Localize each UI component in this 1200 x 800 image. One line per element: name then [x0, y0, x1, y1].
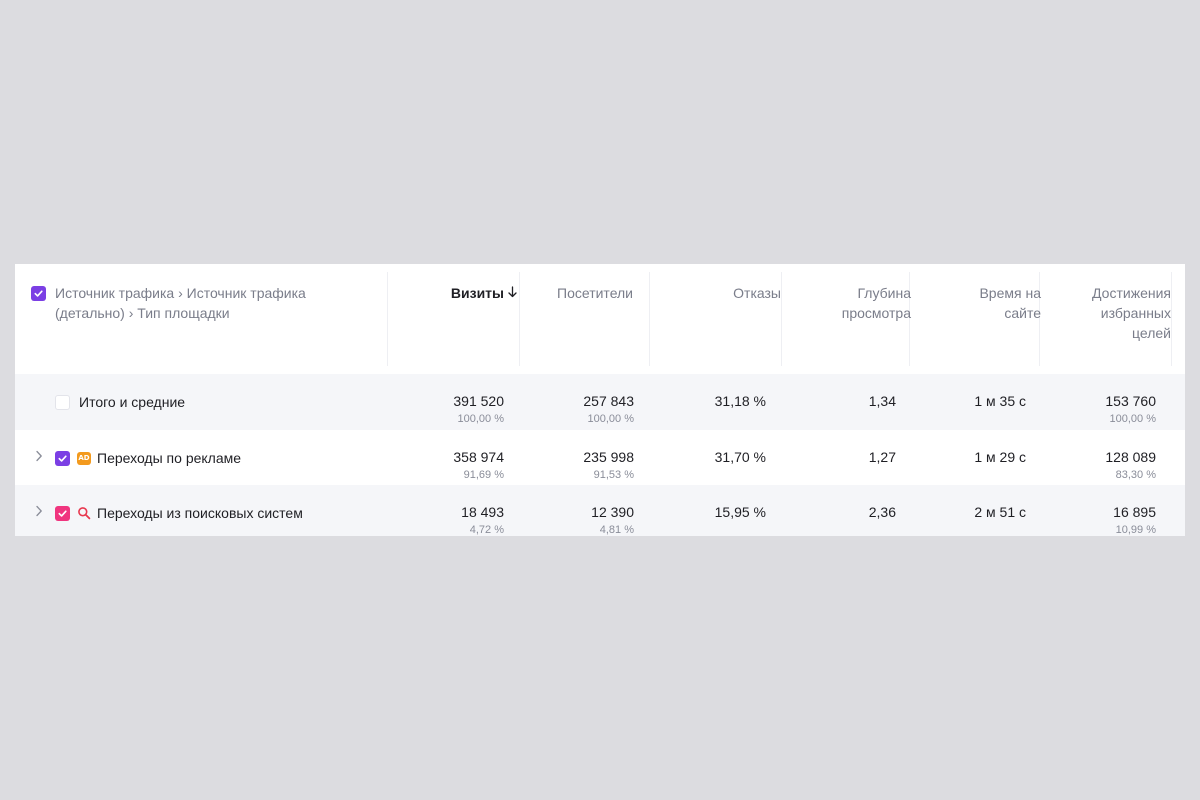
row-checkbox[interactable]: [55, 394, 70, 410]
column-header-visits[interactable]: Визиты: [389, 264, 519, 374]
checkmark-icon: [58, 509, 67, 517]
goals-value: 16 895: [1113, 504, 1156, 520]
visits-value: 18 493: [461, 504, 504, 520]
cell-depth: 1,34: [781, 374, 911, 430]
column-header-depth[interactable]: Глубина просмотра: [781, 264, 911, 374]
row-checkbox[interactable]: [55, 505, 70, 521]
goals-percent: 100,00 %: [1109, 413, 1156, 425]
cell-depth: 1,27: [781, 430, 911, 485]
users-value: 12 390: [591, 504, 634, 520]
row-label[interactable]: Переходы из поисковых систем: [97, 503, 303, 523]
users-value: 257 843: [583, 393, 634, 409]
row-dimension: Переходы из поисковых систем: [15, 485, 385, 536]
dimension-header: Источник трафика › Источник трафика (дет…: [31, 283, 371, 323]
goals-percent: 10,99 %: [1115, 524, 1156, 536]
checkmark-icon: [58, 454, 67, 462]
time-value: 1 м 35 с: [974, 393, 1026, 409]
visits-percent: 4,72 %: [469, 524, 504, 536]
cell-bounce: 31,18 %: [649, 374, 781, 430]
row-dimension: Итого и средние: [15, 374, 385, 430]
bounce-value: 31,70 %: [714, 449, 766, 465]
table-row: Переходы из поисковых систем 18 493 4,72…: [15, 485, 1185, 536]
expand-chevron-icon[interactable]: [33, 503, 45, 519]
column-header-bounce[interactable]: Отказы: [649, 264, 781, 374]
users-value: 235 998: [583, 449, 634, 465]
cell-users: 12 390 4,81 %: [519, 485, 649, 536]
row-dimension: AD Переходы по рекламе: [15, 430, 385, 485]
row-label[interactable]: Переходы по рекламе: [97, 448, 241, 468]
expand-chevron-icon[interactable]: [33, 448, 45, 464]
users-percent: 100,00 %: [587, 413, 634, 425]
column-header-goals[interactable]: Достижения избранных целей: [1041, 264, 1171, 374]
cell-depth: 2,36: [781, 485, 911, 536]
cell-users: 235 998 91,53 %: [519, 430, 649, 485]
depth-value: 2,36: [868, 504, 896, 520]
table-row: AD Переходы по рекламе 358 974 91,69 % 2…: [15, 430, 1185, 485]
row-label: Итого и средние: [79, 394, 186, 410]
ad-icon: AD: [77, 451, 91, 465]
search-icon: [77, 506, 91, 520]
ad-badge-text: AD: [77, 451, 91, 465]
goals-value: 153 760: [1105, 393, 1156, 409]
cell-time: 1 м 35 с: [911, 374, 1041, 430]
column-divider: [387, 272, 388, 366]
dimension-path[interactable]: Источник трафика › Источник трафика (дет…: [55, 283, 345, 323]
cell-visits: 18 493 4,72 %: [389, 485, 519, 536]
cell-time: 2 м 51 с: [911, 485, 1041, 536]
users-percent: 91,53 %: [593, 469, 634, 481]
cell-goals: 16 895 10,99 %: [1041, 485, 1171, 536]
cell-visits: 391 520 100,00 %: [389, 374, 519, 430]
cell-goals: 153 760 100,00 %: [1041, 374, 1171, 430]
cell-goals: 128 089 83,30 %: [1041, 430, 1171, 485]
bounce-value: 15,95 %: [714, 504, 766, 520]
column-header-users[interactable]: Посетители: [519, 264, 649, 374]
column-header-visits-label: Визиты: [450, 285, 504, 301]
bounce-value: 31,18 %: [714, 393, 766, 409]
time-value: 1 м 29 с: [974, 449, 1026, 465]
column-divider: [1171, 272, 1172, 366]
visits-percent: 100,00 %: [457, 413, 504, 425]
arrow-down-icon: [508, 284, 517, 304]
report-table: Источник трафика › Источник трафика (дет…: [15, 264, 1185, 536]
cell-bounce: 31,70 %: [649, 430, 781, 485]
cell-visits: 358 974 91,69 %: [389, 430, 519, 485]
cell-bounce: 15,95 %: [649, 485, 781, 536]
visits-percent: 91,69 %: [463, 469, 504, 481]
visits-value: 391 520: [453, 393, 504, 409]
visits-value: 358 974: [453, 449, 504, 465]
select-all-checkbox[interactable]: [31, 286, 46, 301]
checkmark-icon: [34, 290, 43, 297]
goals-percent: 83,30 %: [1115, 469, 1156, 481]
goals-value: 128 089: [1105, 449, 1156, 465]
users-percent: 4,81 %: [599, 524, 634, 536]
table-header: Источник трафика › Источник трафика (дет…: [15, 264, 1185, 374]
depth-value: 1,34: [868, 393, 896, 409]
column-header-time[interactable]: Время на сайте: [911, 264, 1041, 374]
depth-value: 1,27: [868, 449, 896, 465]
time-value: 2 м 51 с: [974, 504, 1026, 520]
cell-time: 1 м 29 с: [911, 430, 1041, 485]
table-row-total: Итого и средние 391 520 100,00 % 257 843…: [15, 374, 1185, 430]
row-checkbox[interactable]: [55, 450, 70, 466]
cell-users: 257 843 100,00 %: [519, 374, 649, 430]
